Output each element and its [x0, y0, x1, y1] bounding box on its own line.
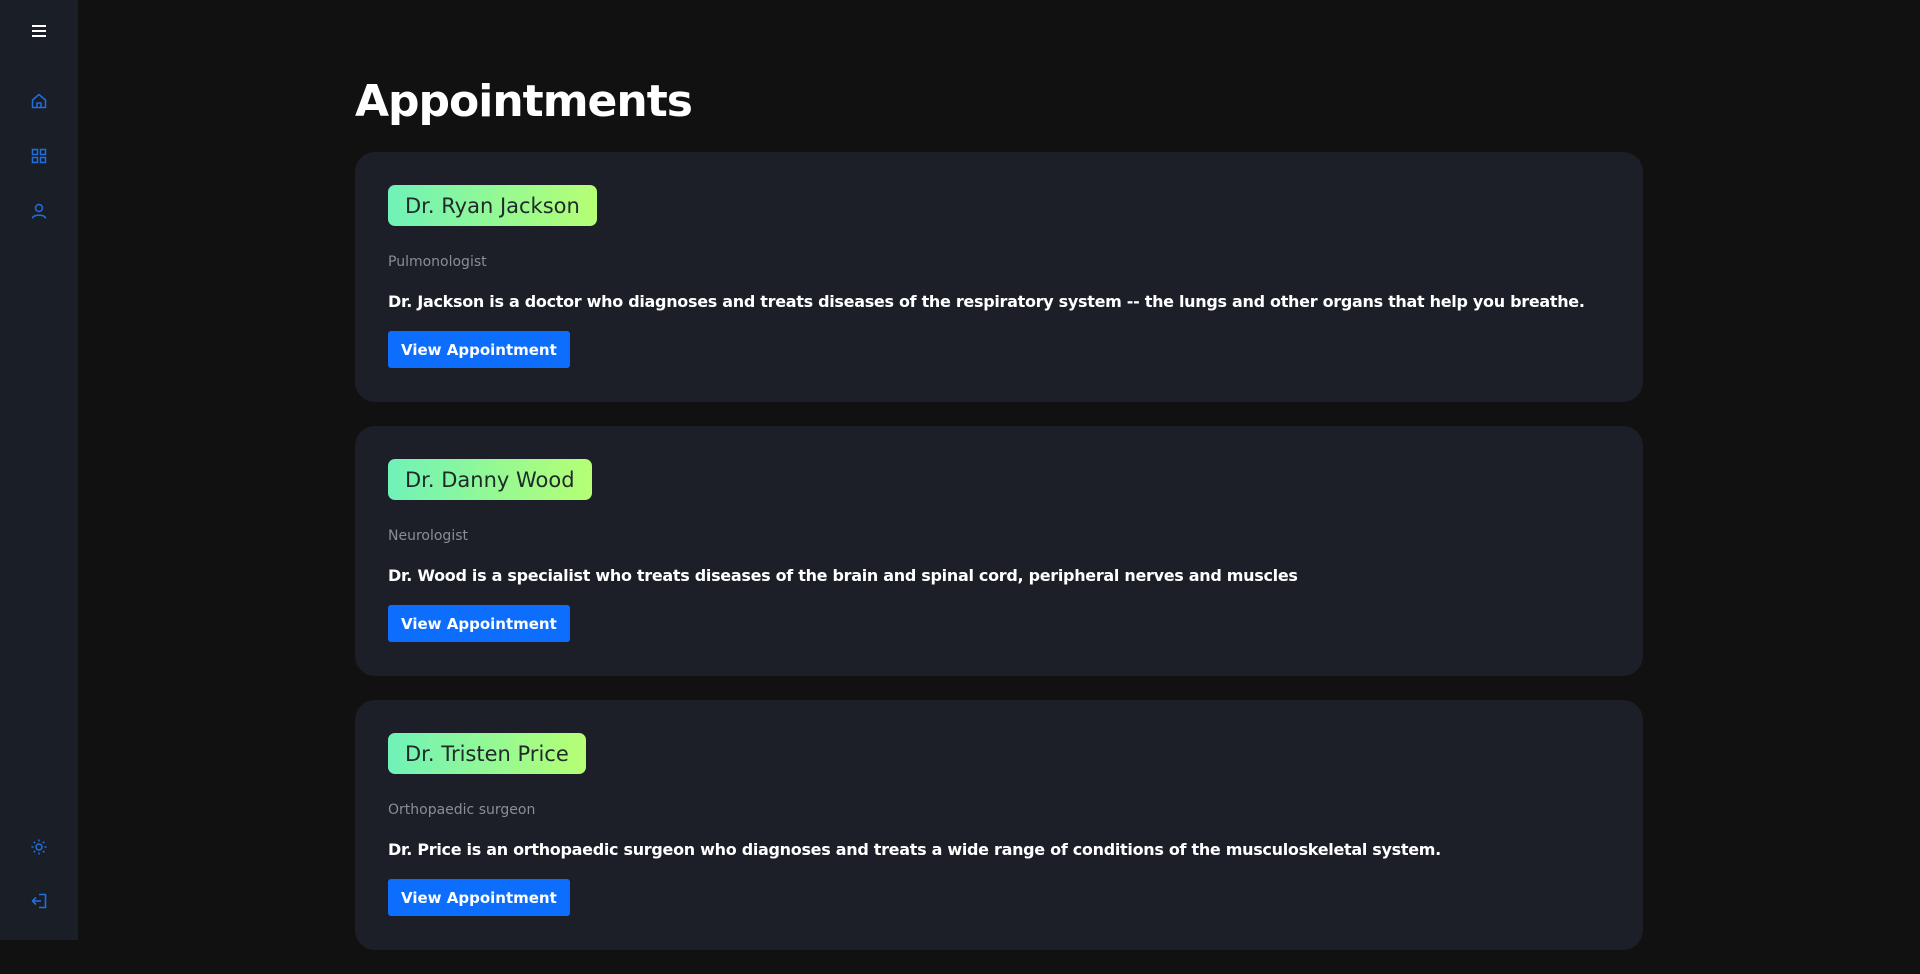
- home-icon[interactable]: [24, 86, 54, 116]
- hamburger-menu-icon[interactable]: [24, 16, 54, 46]
- sidebar: [0, 0, 78, 940]
- appointment-card: Dr. Danny Wood Neurologist Dr. Wood is a…: [355, 426, 1643, 676]
- doctor-description: Dr. Price is an orthopaedic surgeon who …: [388, 840, 1441, 859]
- doctor-specialty: Pulmonologist: [388, 254, 487, 270]
- logout-icon[interactable]: [24, 886, 54, 916]
- doctor-name-badge: Dr. Danny Wood: [388, 459, 592, 500]
- view-appointment-button[interactable]: View Appointment: [388, 605, 570, 642]
- appointment-card: Dr. Ryan Jackson Pulmonologist Dr. Jacks…: [355, 152, 1643, 402]
- view-appointment-button[interactable]: View Appointment: [388, 879, 570, 916]
- user-icon[interactable]: [24, 196, 54, 226]
- grid-icon[interactable]: [24, 141, 54, 171]
- doctor-name-badge: Dr. Ryan Jackson: [388, 185, 597, 226]
- doctor-specialty: Neurologist: [388, 528, 468, 544]
- sun-icon[interactable]: [24, 832, 54, 862]
- view-appointment-button[interactable]: View Appointment: [388, 331, 570, 368]
- appointment-card: Dr. Tristen Price Orthopaedic surgeon Dr…: [355, 700, 1643, 950]
- doctor-description: Dr. Jackson is a doctor who diagnoses an…: [388, 292, 1585, 311]
- doctor-name-badge: Dr. Tristen Price: [388, 733, 586, 774]
- page-title: Appointments: [355, 76, 693, 127]
- doctor-specialty: Orthopaedic surgeon: [388, 802, 536, 818]
- appointment-list: Dr. Ryan Jackson Pulmonologist Dr. Jacks…: [355, 152, 1643, 974]
- doctor-description: Dr. Wood is a specialist who treats dise…: [388, 566, 1298, 585]
